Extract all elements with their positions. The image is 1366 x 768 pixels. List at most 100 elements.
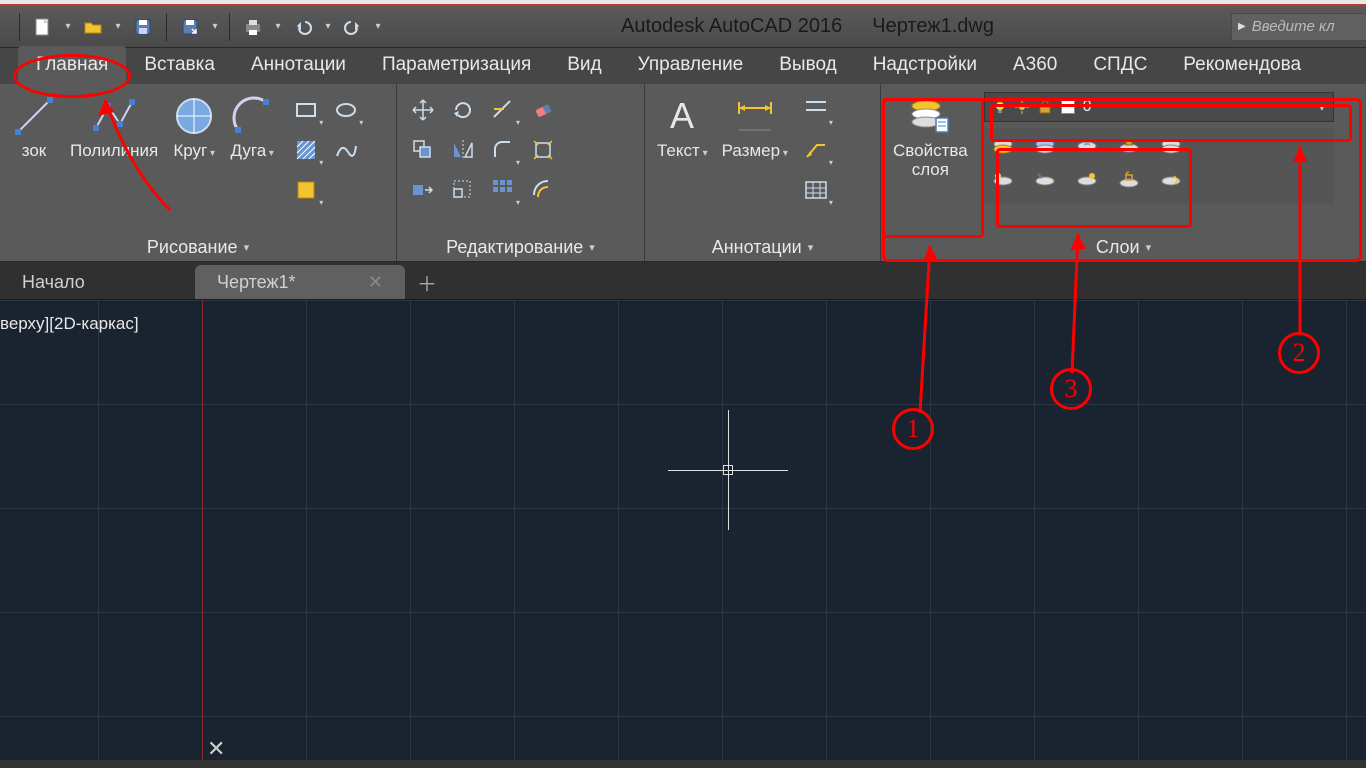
- quick-access-toolbar: Autodesk AutoCAD 2016 Чертеж1.dwg Введит…: [0, 6, 1366, 48]
- mirror-icon[interactable]: [445, 132, 481, 168]
- drawing-canvas[interactable]: верху][2D-каркас] ✕: [0, 300, 1366, 760]
- line-label: зок: [22, 142, 47, 161]
- file-tab-active[interactable]: Чертеж1* ✕: [195, 265, 405, 299]
- dimension-label: Размер: [722, 142, 788, 161]
- tab-output[interactable]: Вывод: [761, 46, 854, 84]
- multileader-icon[interactable]: [798, 132, 834, 168]
- panel-title-draw[interactable]: Рисование: [0, 233, 396, 261]
- redo-dropdown[interactable]: [372, 21, 384, 32]
- move-icon[interactable]: [405, 92, 441, 128]
- tab-parametric[interactable]: Параметризация: [364, 46, 549, 84]
- layer-unisolate-icon[interactable]: [1030, 168, 1060, 194]
- layer-thaw-icon[interactable]: [1072, 168, 1102, 194]
- redo-icon[interactable]: [338, 12, 368, 42]
- title-bar: Autodesk AutoCAD 2016 Чертеж1.dwg: [388, 15, 1227, 38]
- explode-icon[interactable]: [525, 132, 561, 168]
- layer-lock-icon[interactable]: [1114, 134, 1144, 160]
- file-tab-new[interactable]: ＋: [405, 265, 449, 299]
- print-icon[interactable]: [238, 12, 268, 42]
- rotate-icon[interactable]: [445, 92, 481, 128]
- draw-small-tools: [288, 92, 364, 208]
- leader-icon[interactable]: [798, 92, 834, 128]
- tab-featured[interactable]: Рекомендова: [1165, 46, 1319, 84]
- bulb-icon: [993, 100, 1007, 114]
- region-icon[interactable]: [288, 172, 324, 208]
- modify-tools: [405, 92, 601, 208]
- trim-icon[interactable]: [485, 92, 521, 128]
- dimension-button[interactable]: Размер: [718, 92, 792, 163]
- viewport-label[interactable]: верху][2D-каркас]: [0, 314, 139, 334]
- layer-dropdown[interactable]: 0: [984, 92, 1334, 122]
- layer-unlock-icon[interactable]: [1114, 168, 1144, 194]
- arc-button[interactable]: Дуга: [226, 92, 278, 163]
- app-title: Autodesk AutoCAD 2016: [621, 15, 842, 38]
- arc-label: Дуга: [230, 142, 273, 161]
- layer-match-icon[interactable]: [1156, 134, 1186, 160]
- search-input[interactable]: Введите кл: [1231, 13, 1366, 41]
- layer-isolate-icon[interactable]: [1030, 134, 1060, 160]
- current-layer-name: 0: [1083, 98, 1311, 116]
- sun-icon: [1015, 100, 1029, 114]
- tab-view[interactable]: Вид: [549, 46, 619, 84]
- grid-background: [0, 300, 1366, 760]
- spline-icon[interactable]: [328, 132, 364, 168]
- layer-change-icon[interactable]: [1156, 168, 1186, 194]
- print-dropdown[interactable]: [272, 21, 284, 32]
- open-dropdown[interactable]: [112, 21, 124, 32]
- layer-properties-button[interactable]: Свойства слоя: [889, 92, 972, 182]
- file-tab-home[interactable]: Начало: [0, 265, 195, 299]
- saveas-dropdown[interactable]: [209, 21, 221, 32]
- layer-on-icon[interactable]: [988, 168, 1018, 194]
- ellipse-icon[interactable]: [328, 92, 364, 128]
- ucs-x-mark: ✕: [207, 736, 225, 760]
- separator: [229, 13, 230, 41]
- array-icon[interactable]: [485, 172, 521, 208]
- saveas-icon[interactable]: [175, 12, 205, 42]
- ucs-y-axis: [202, 300, 203, 760]
- search-placeholder: Введите кл: [1252, 18, 1335, 35]
- line-button[interactable]: зок: [8, 92, 60, 163]
- panel-draw: зок Полилиния Круг Дуга: [0, 84, 396, 261]
- text-button[interactable]: A Текст: [653, 92, 712, 163]
- layer-freeze-icon[interactable]: [1072, 134, 1102, 160]
- undo-dropdown[interactable]: [322, 21, 334, 32]
- tab-insert[interactable]: Вставка: [126, 46, 233, 84]
- polyline-button[interactable]: Полилиния: [66, 92, 162, 163]
- new-dropdown[interactable]: [62, 21, 74, 32]
- panel-title-modify[interactable]: Редактирование: [397, 233, 644, 261]
- rectangle-icon[interactable]: [288, 92, 324, 128]
- text-label: Текст: [657, 142, 708, 161]
- tab-manage[interactable]: Управление: [620, 46, 762, 84]
- tab-annotate[interactable]: Аннотации: [233, 46, 364, 84]
- panel-title-layers[interactable]: Слои: [881, 233, 1366, 261]
- panel-layers: Свойства слоя 0: [880, 84, 1366, 261]
- open-icon[interactable]: [78, 12, 108, 42]
- new-icon[interactable]: [28, 12, 58, 42]
- svg-text:A: A: [670, 95, 694, 136]
- panel-title-annotation[interactable]: Аннотации: [645, 233, 880, 261]
- file-title: Чертеж1.dwg: [872, 15, 994, 38]
- separator: [19, 13, 20, 41]
- close-icon[interactable]: ✕: [368, 272, 383, 293]
- tab-home[interactable]: Главная: [18, 46, 126, 84]
- erase-icon[interactable]: [525, 92, 561, 128]
- table-icon[interactable]: [798, 172, 834, 208]
- scale-icon[interactable]: [445, 172, 481, 208]
- file-tab-home-label: Начало: [22, 272, 85, 293]
- layer-off-icon[interactable]: [988, 134, 1018, 160]
- offset-icon[interactable]: [525, 172, 561, 208]
- circle-label: Круг: [173, 142, 215, 161]
- undo-icon[interactable]: [288, 12, 318, 42]
- copy-icon[interactable]: [405, 132, 441, 168]
- separator: [166, 13, 167, 41]
- annot-small: [798, 92, 834, 208]
- stretch-icon[interactable]: [405, 172, 441, 208]
- hatch-icon[interactable]: [288, 132, 324, 168]
- tab-spds[interactable]: СПДС: [1075, 46, 1165, 84]
- circle-button[interactable]: Круг: [168, 92, 220, 163]
- save-icon[interactable]: [128, 12, 158, 42]
- tab-addins[interactable]: Надстройки: [855, 46, 995, 84]
- ribbon: зок Полилиния Круг Дуга: [0, 84, 1366, 262]
- tab-a360[interactable]: A360: [995, 46, 1075, 84]
- fillet-icon[interactable]: [485, 132, 521, 168]
